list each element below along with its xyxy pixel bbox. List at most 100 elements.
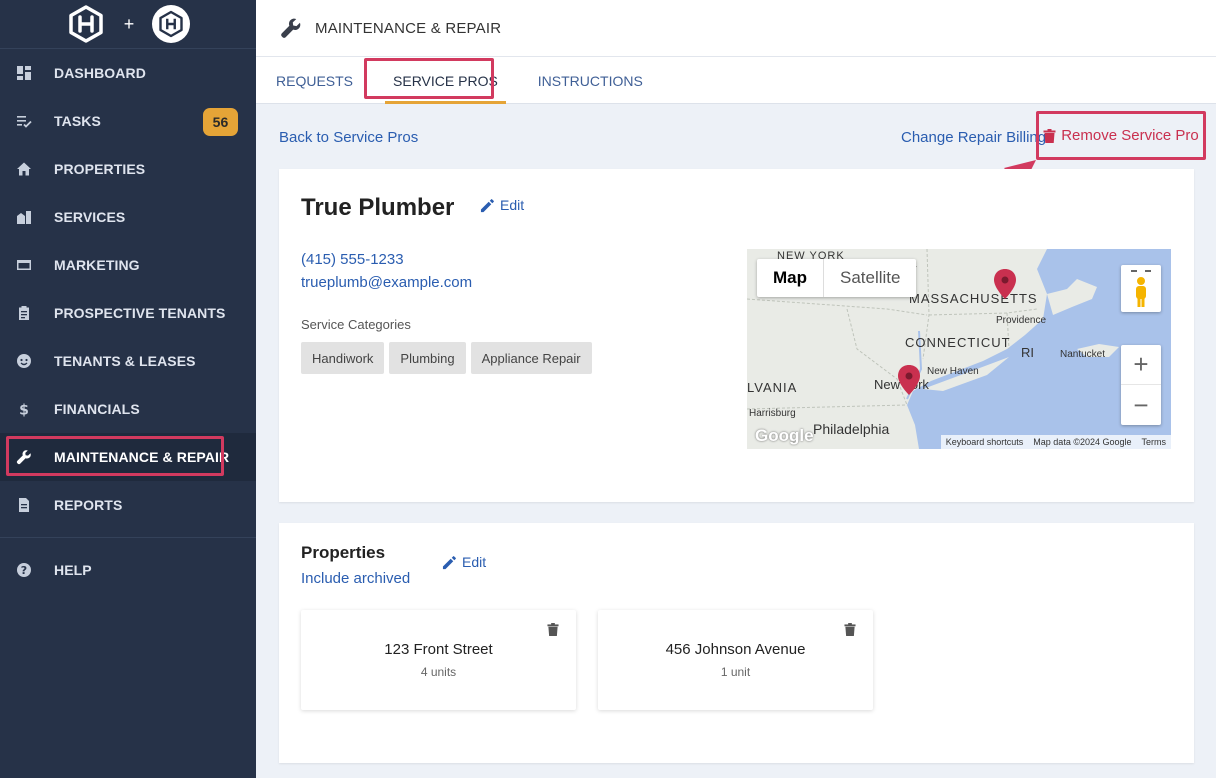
- tab-service-pros[interactable]: SERVICE PROS: [373, 57, 518, 104]
- sidebar-item-label: HELP: [54, 562, 92, 578]
- street-view-pegman[interactable]: [1121, 265, 1161, 312]
- sidebar-item-services[interactable]: SERVICES: [0, 193, 256, 241]
- wrench-icon: [281, 18, 301, 38]
- tasks-icon: [16, 113, 32, 129]
- sidebar-item-prospective-tenants[interactable]: PROSPECTIVE TENANTS: [0, 289, 256, 337]
- property-card[interactable]: 456 Johnson Avenue 1 unit: [598, 610, 873, 710]
- tab-instructions[interactable]: INSTRUCTIONS: [518, 57, 663, 104]
- sidebar-item-dashboard[interactable]: DASHBOARD: [0, 49, 256, 97]
- back-to-service-pros-link[interactable]: Back to Service Pros: [279, 129, 418, 146]
- svg-text:Harrisburg: Harrisburg: [749, 408, 796, 419]
- sidebar-item-properties[interactable]: PROPERTIES: [0, 145, 256, 193]
- tab-requests[interactable]: REQUESTS: [256, 57, 373, 104]
- sidebar-item-maintenance-repair[interactable]: MAINTENANCE & REPAIR: [0, 433, 256, 481]
- trash-icon: [1043, 128, 1056, 143]
- edit-label: Edit: [462, 554, 487, 570]
- edit-properties-button[interactable]: Edit: [442, 554, 486, 570]
- pencil-icon: [480, 198, 494, 212]
- trash-icon: [547, 623, 559, 636]
- map-footer: Keyboard shortcuts Map data ©2024 Google…: [940, 435, 1172, 449]
- sidebar-item-marketing[interactable]: MARKETING: [0, 241, 256, 289]
- trash-icon: [844, 623, 856, 636]
- category-chip: Plumbing: [389, 342, 466, 374]
- email-link[interactable]: trueplumb@example.com: [301, 274, 472, 291]
- sidebar-item-label: PROPERTIES: [54, 161, 146, 177]
- map-data-attribution: Map data ©2024 Google: [1033, 437, 1132, 447]
- home-icon: [16, 161, 32, 177]
- service-category-list: Handiwork Plumbing Appliance Repair: [301, 342, 592, 374]
- tab-bar: REQUESTS SERVICE PROS INSTRUCTIONS: [256, 57, 1216, 104]
- map-type-satellite-button[interactable]: Satellite: [824, 259, 916, 297]
- sidebar-item-financials[interactable]: $ FINANCIALS: [0, 385, 256, 433]
- sidebar-item-tenants-leases[interactable]: TENANTS & LEASES: [0, 337, 256, 385]
- sidebar-divider: [0, 537, 256, 538]
- page-title: MAINTENANCE & REPAIR: [315, 19, 502, 37]
- svg-text:Nantucket: Nantucket: [1060, 349, 1105, 360]
- property-name: 123 Front Street: [384, 641, 493, 658]
- svg-text:CONNECTICUT: CONNECTICUT: [905, 335, 1011, 350]
- svg-text:?: ?: [21, 564, 27, 577]
- service-pro-name: True Plumber: [301, 194, 455, 221]
- services-icon: [16, 209, 32, 225]
- dashboard-icon: [16, 65, 32, 81]
- report-icon: [16, 497, 32, 513]
- zoom-out-button[interactable]: −: [1121, 385, 1161, 425]
- wrench-icon: [16, 449, 32, 465]
- phone-link[interactable]: (415) 555-1233: [301, 251, 404, 268]
- property-card[interactable]: 123 Front Street 4 units: [301, 610, 576, 710]
- property-units: 4 units: [420, 665, 457, 679]
- sidebar-item-label: DASHBOARD: [54, 65, 146, 81]
- map-zoom-controls: + −: [1121, 345, 1161, 425]
- sidebar-item-help[interactable]: ? HELP: [0, 546, 256, 594]
- properties-title: Properties: [301, 543, 386, 562]
- sidebar-item-tasks[interactable]: TASKS 56: [0, 97, 256, 145]
- map-type-map-button[interactable]: Map: [757, 259, 824, 297]
- include-archived-link[interactable]: Include archived: [301, 570, 410, 587]
- delete-property-button[interactable]: [844, 623, 856, 636]
- pegman-icon: [1131, 270, 1151, 307]
- delete-property-button[interactable]: [547, 623, 559, 636]
- partner-logo: [152, 5, 191, 43]
- remove-service-pro-label: Remove Service Pro: [1061, 127, 1199, 144]
- tasks-count-badge: 56: [203, 108, 238, 136]
- sidebar-item-label: MARKETING: [54, 257, 140, 273]
- sidebar-item-label: PROSPECTIVE TENANTS: [54, 305, 226, 321]
- edit-label: Edit: [500, 197, 525, 213]
- svg-text:LVANIA: LVANIA: [747, 380, 797, 395]
- svg-text:Providence: Providence: [996, 315, 1046, 326]
- sidebar-item-label: TASKS: [54, 113, 101, 129]
- sidebar-item-label: FINANCIALS: [54, 401, 140, 417]
- tenant-icon: [16, 353, 32, 369]
- clipboard-icon: [16, 305, 32, 321]
- sidebar-item-reports[interactable]: REPORTS: [0, 481, 256, 529]
- category-chip: Appliance Repair: [470, 342, 592, 374]
- remove-service-pro-button[interactable]: Remove Service Pro: [1043, 127, 1199, 144]
- change-repair-billing-link[interactable]: Change Repair Billing: [901, 129, 1046, 146]
- svg-text:RI: RI: [1021, 345, 1034, 360]
- google-logo: Google: [755, 426, 814, 445]
- page-header: MAINTENANCE & REPAIR: [256, 0, 1216, 57]
- sidebar-item-label: REPORTS: [54, 497, 123, 513]
- marketing-icon: [16, 257, 32, 273]
- location-map[interactable]: NEW YORK ny MASSACHUSETTS Providence CON…: [747, 249, 1171, 449]
- service-categories-label: Service Categories: [301, 317, 411, 332]
- properties-card: Properties Edit Include archived 123 Fro…: [279, 523, 1194, 763]
- logo-plus: +: [123, 13, 135, 34]
- sidebar-item-label: SERVICES: [54, 209, 126, 225]
- dollar-icon: $: [16, 401, 32, 418]
- brand-logo[interactable]: [66, 4, 106, 44]
- edit-service-pro-button[interactable]: Edit: [480, 197, 524, 213]
- zoom-in-button[interactable]: +: [1121, 345, 1161, 385]
- sidebar-item-label: MAINTENANCE & REPAIR: [54, 449, 230, 465]
- property-name: 456 Johnson Avenue: [665, 641, 806, 658]
- sidebar-nav: DASHBOARD TASKS 56 PROPERTIES SERVICES M…: [0, 49, 256, 529]
- property-units: 1 unit: [720, 665, 751, 679]
- pencil-icon: [442, 555, 456, 569]
- sidebar: + DASHBOARD TASKS 56 PROPERTIES SERVICES: [0, 0, 256, 778]
- svg-text:MASSACHUSETTS: MASSACHUSETTS: [909, 291, 1038, 306]
- help-icon: ?: [16, 562, 32, 578]
- keyboard-shortcuts-link[interactable]: Keyboard shortcuts: [941, 435, 1029, 449]
- terms-link[interactable]: Terms: [1137, 435, 1172, 449]
- svg-text:$: $: [19, 403, 29, 418]
- svg-text:Philadelphia: Philadelphia: [813, 421, 889, 437]
